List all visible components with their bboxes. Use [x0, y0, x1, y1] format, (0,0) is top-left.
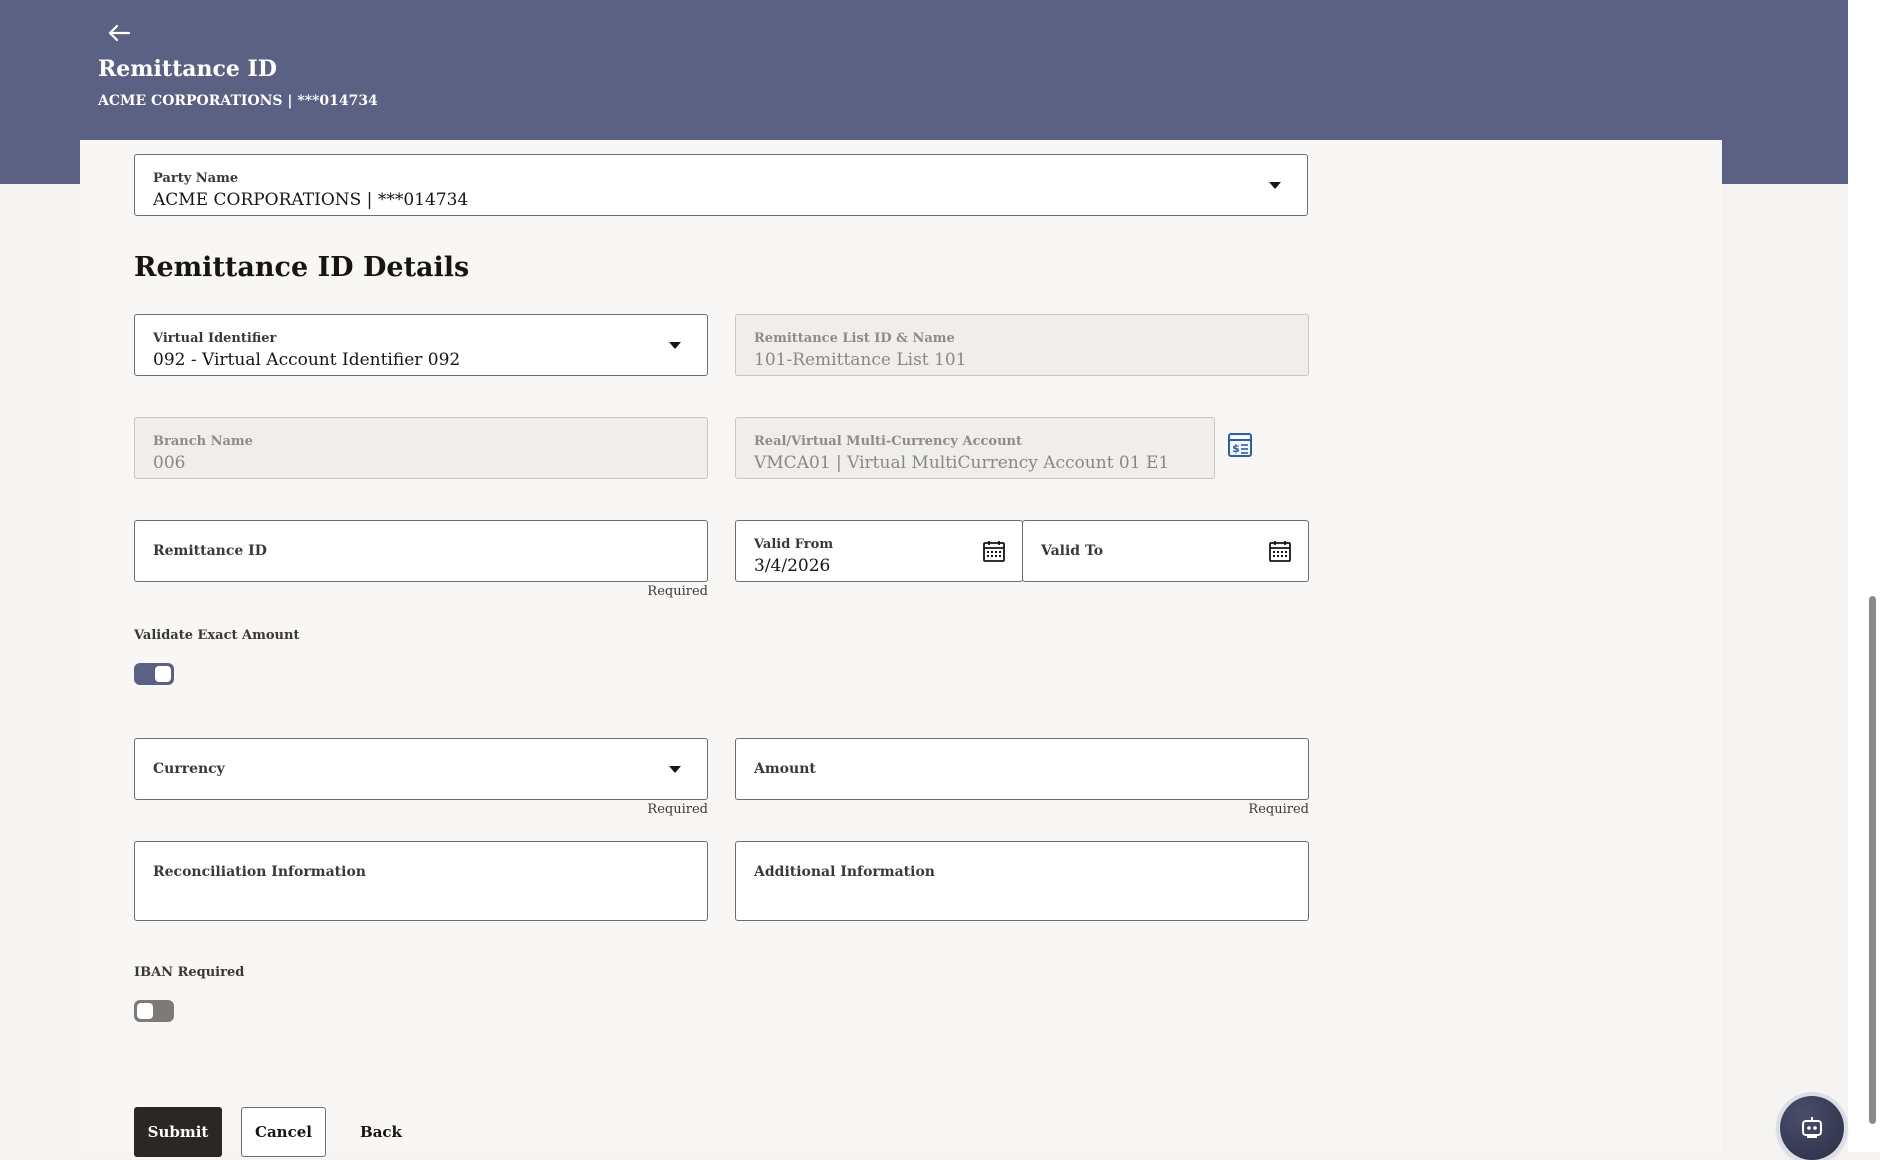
toggle-knob	[137, 1003, 153, 1019]
currency-label: Currency	[153, 761, 225, 777]
valid-from-label: Valid From	[754, 537, 834, 552]
submit-button[interactable]: Submit	[134, 1107, 222, 1157]
multi-currency-account-label: Real/Virtual Multi-Currency Account	[754, 434, 1023, 449]
multi-currency-account-value: VMCA01 | Virtual MultiCurrency Account 0…	[754, 453, 1170, 473]
amount-label: Amount	[754, 761, 816, 777]
party-name-value: ACME CORPORATIONS | ***014734	[153, 190, 469, 210]
virtual-identifier-value: 092 - Virtual Account Identifier 092	[153, 350, 461, 370]
party-name-label: Party Name	[153, 171, 239, 186]
page-title: Remittance ID	[98, 56, 277, 82]
scrollbar-thumb[interactable]	[1869, 596, 1876, 1124]
validate-exact-amount-label: Validate Exact Amount	[134, 628, 300, 643]
remittance-list-label: Remittance List ID & Name	[754, 331, 955, 346]
svg-text:$: $	[1232, 442, 1240, 455]
additional-info-label: Additional Information	[754, 864, 935, 880]
remittance-id-label: Remittance ID	[153, 543, 267, 559]
iban-required-toggle[interactable]	[134, 1000, 174, 1022]
virtual-identifier-label: Virtual Identifier	[153, 331, 277, 346]
currency-required: Required	[647, 802, 708, 817]
reconciliation-label: Reconciliation Information	[153, 864, 366, 880]
chevron-down-icon	[1269, 182, 1281, 189]
chevron-down-icon	[669, 342, 681, 349]
remittance-list-value: 101-Remittance List 101	[754, 350, 967, 370]
calendar-icon[interactable]	[1268, 539, 1292, 563]
remittance-id-input[interactable]: Remittance ID	[134, 520, 708, 582]
toggle-knob	[155, 666, 171, 682]
form-card	[80, 140, 1722, 1152]
page-subtitle: ACME CORPORATIONS | ***014734	[98, 93, 378, 109]
amount-input[interactable]: Amount	[735, 738, 1309, 800]
valid-from-date-input[interactable]: Valid From 3/4/2026	[735, 520, 1023, 582]
virtual-identifier-select[interactable]: Virtual Identifier 092 - Virtual Account…	[134, 314, 708, 376]
cancel-button[interactable]: Cancel	[241, 1107, 326, 1157]
remittance-id-required: Required	[647, 584, 708, 599]
back-arrow-icon[interactable]	[104, 20, 134, 46]
chevron-down-icon	[669, 766, 681, 773]
valid-to-label: Valid To	[1041, 543, 1104, 559]
valid-from-value: 3/4/2026	[754, 556, 831, 576]
amount-required: Required	[1248, 802, 1309, 817]
valid-to-date-input[interactable]: Valid To	[1022, 520, 1309, 582]
additional-info-input[interactable]: Additional Information	[735, 841, 1309, 921]
back-button[interactable]: Back	[348, 1107, 414, 1157]
multi-currency-account-field: Real/Virtual Multi-Currency Account VMCA…	[735, 417, 1215, 479]
currency-select[interactable]: Currency	[134, 738, 708, 800]
calendar-icon[interactable]	[982, 539, 1006, 563]
party-name-select[interactable]: Party Name ACME CORPORATIONS | ***014734	[134, 154, 1308, 216]
branch-name-field: Branch Name 006	[134, 417, 708, 479]
remittance-list-field: Remittance List ID & Name 101-Remittance…	[735, 314, 1309, 376]
iban-required-label: IBAN Required	[134, 965, 245, 980]
validate-exact-amount-toggle[interactable]	[134, 663, 174, 685]
assistant-bot-icon[interactable]	[1780, 1096, 1844, 1160]
section-title: Remittance ID Details	[134, 252, 470, 283]
branch-name-value: 006	[153, 453, 186, 473]
branch-name-label: Branch Name	[153, 434, 253, 449]
account-lookup-icon[interactable]: $	[1227, 432, 1253, 458]
reconciliation-info-input[interactable]: Reconciliation Information	[134, 841, 708, 921]
